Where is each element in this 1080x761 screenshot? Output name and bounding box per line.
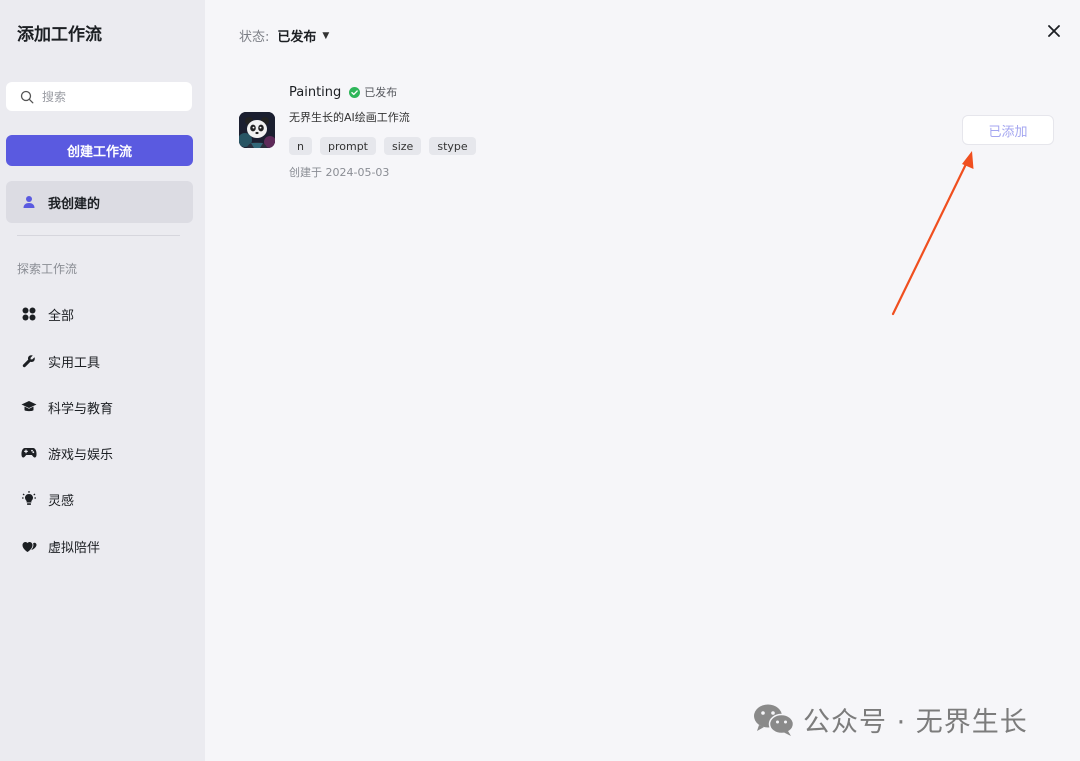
status-filter-value: 已发布 — [277, 30, 317, 45]
sidebar-item-label: 游戏与娱乐 — [48, 447, 114, 463]
sidebar-item-science-education[interactable]: 科学与教育 — [6, 390, 193, 424]
wrench-icon — [21, 353, 37, 369]
gamepad-icon — [21, 445, 37, 461]
close-button[interactable] — [1044, 20, 1064, 42]
workflow-avatar — [239, 112, 275, 148]
search-input[interactable] — [42, 89, 182, 104]
search-box[interactable] — [6, 82, 192, 111]
divider — [17, 235, 180, 236]
hearts-icon — [21, 538, 37, 554]
search-icon — [20, 90, 34, 103]
panel-title: 添加工作流 — [17, 25, 102, 45]
watermark-text: 公众号 · 无界生长 — [803, 707, 1028, 738]
caret-down-icon: ▼ — [322, 30, 330, 41]
workflow-description: 无界生长的AI绘画工作流 — [289, 111, 410, 124]
workflow-title-row: Painting 已发布 — [289, 84, 397, 100]
watermark: 公众号 · 无界生长 — [753, 700, 1028, 739]
close-icon — [1048, 25, 1060, 37]
create-workflow-button[interactable]: 创建工作流 — [6, 135, 193, 166]
workflow-name: Painting — [289, 84, 342, 100]
sidebar-item-virtual-companion[interactable]: 虚拟陪伴 — [6, 529, 193, 563]
sidebar-item-games-entertainment[interactable]: 游戏与娱乐 — [6, 436, 193, 470]
param-tag: prompt — [319, 137, 376, 155]
sidebar-item-all[interactable]: 全部 — [6, 297, 193, 331]
workflow-status: 已发布 — [364, 86, 398, 99]
wechat-icon — [754, 704, 795, 736]
grid-icon — [21, 306, 37, 322]
sidebar-item-label: 实用工具 — [48, 355, 101, 371]
sidebar-item-my-created[interactable]: 我创建的 — [6, 181, 193, 223]
sidebar-item-label: 科学与教育 — [48, 401, 114, 417]
param-tag: size — [384, 137, 422, 155]
sidebar-item-label: 灵感 — [48, 493, 75, 509]
workflow-params: n prompt size stype — [289, 137, 484, 155]
sidebar: 添加工作流 创建工作流 我创建的 探索工作流 全部 — [0, 0, 205, 761]
published-check-icon — [349, 86, 361, 98]
sidebar-item-inspiration[interactable]: 灵感 — [6, 482, 193, 516]
status-filter-label: 状态: — [239, 30, 270, 45]
workflow-created-date: 创建于 2024-05-03 — [289, 166, 390, 179]
added-button[interactable]: 已添加 — [962, 115, 1054, 145]
sidebar-item-label: 全部 — [48, 308, 75, 324]
param-tag: stype — [429, 137, 476, 155]
lightbulb-icon — [21, 491, 37, 507]
sidebar-item-label: 我创建的 — [48, 196, 101, 212]
section-label-explore: 探索工作流 — [17, 262, 78, 276]
status-filter-dropdown[interactable]: 状态: 已发布 ▼ — [239, 26, 329, 45]
param-tag: n — [289, 137, 312, 155]
user-icon — [23, 196, 35, 208]
sidebar-item-tools[interactable]: 实用工具 — [6, 344, 193, 378]
sidebar-item-label: 虚拟陪伴 — [48, 540, 101, 556]
main-panel: 状态: 已发布 ▼ Painting 已发布 无界生长的AI绘画工作流 n pr… — [205, 0, 1080, 761]
graduation-cap-icon — [21, 399, 37, 415]
